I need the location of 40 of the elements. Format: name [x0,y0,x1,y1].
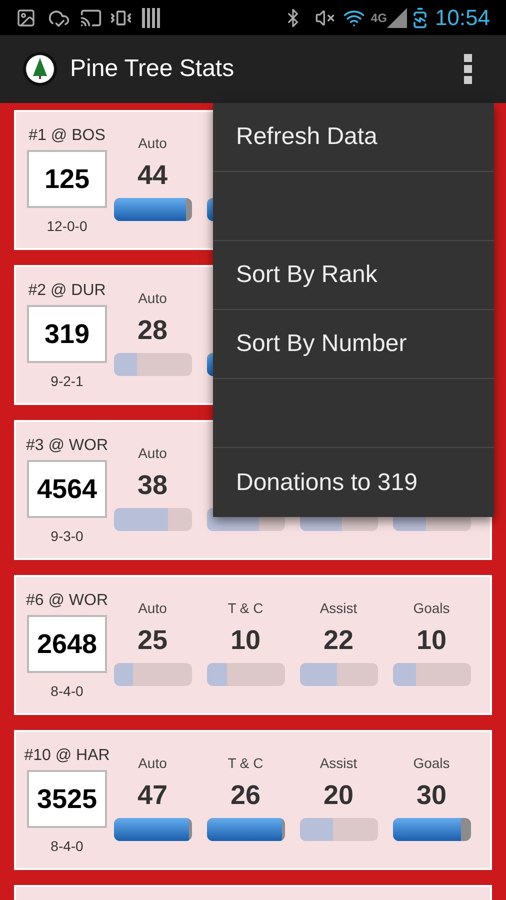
stat-label: Auto [138,755,167,771]
stat-label: Auto [138,135,167,151]
clock-text: 10:54 [434,4,490,32]
stat-label: T & C [228,600,264,616]
stat-value: 47 [137,778,168,812]
app-title: Pine Tree Stats [70,54,234,84]
record-text: 8-4-0 [50,682,84,701]
stat-value: 28 [137,314,168,347]
rank-text: #2 @ DUR [28,281,106,301]
stat-label: Auto [138,290,167,306]
stat-value: 44 [137,158,168,192]
stat-value: 26 [230,778,261,812]
record-text: 9-3-0 [50,527,84,546]
team-number-box: 4564 [27,460,107,518]
rank-text: #1 @ BOS [28,126,106,146]
stat-label: Assist [320,600,358,616]
record-text: 8-4-0 [50,837,84,856]
stat-label: T & C [228,755,264,771]
stat-label: Assist [320,755,358,771]
stat-value: 25 [137,624,168,657]
network-text: 4G [370,10,387,26]
record-text: 9-2-1 [50,372,84,391]
team-number-box: 319 [27,305,107,363]
stat-value: 22 [323,624,354,657]
stat-value: 30 [416,778,447,812]
team-number-box: 125 [27,150,107,208]
stat-label: Auto [138,600,167,616]
stat-label: Goals [413,755,450,771]
team-number-box: 3525 [27,770,107,828]
stat-value: 20 [323,778,354,812]
team-number-box: 2648 [27,615,107,673]
rank-text: #10 @ HAR [24,746,110,766]
rank-text: #3 @ WOR [26,436,108,456]
stat-value: 10 [416,624,447,657]
rank-text: #6 @ WOR [26,591,108,611]
stat-label: Goals [413,600,450,616]
stat-label: Auto [138,445,167,461]
record-text: 12-0-0 [46,217,88,236]
stat-value: 38 [137,468,168,502]
stat-value: 10 [230,624,261,657]
